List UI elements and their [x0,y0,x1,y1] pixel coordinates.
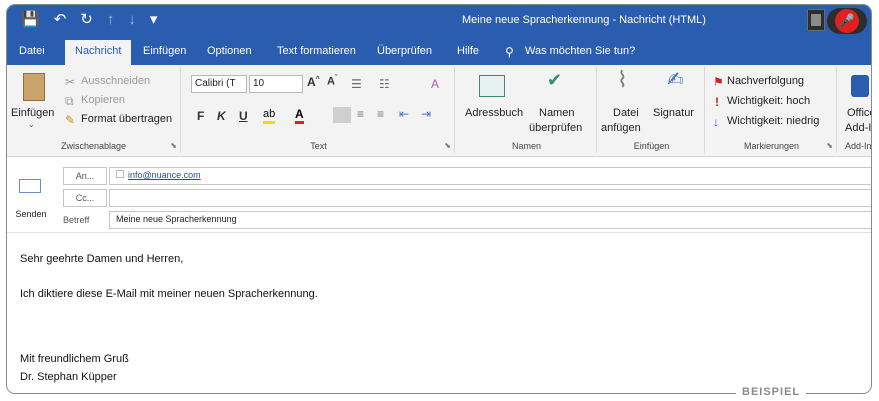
group-text: Calibri (T 10 A^ Aˇ ☰ ☷ A F K U ab A ≡ ≡… [183,67,455,153]
paste-icon[interactable] [23,73,45,101]
flag-icon[interactable]: ⚑ [713,75,724,89]
signature-button[interactable]: Signatur [653,107,694,119]
tab-text-formatieren[interactable]: Text formatieren [277,45,356,57]
dialog-launcher-icon[interactable]: ⬊ [444,141,451,150]
recipient-icon [116,170,124,178]
numbering-icon[interactable]: ☷ [379,77,390,91]
cc-button[interactable]: Cc... [63,189,107,207]
group-tags: ⚑ Nachverfolgung ! Wichtigkeit: hoch ↓ W… [707,67,837,153]
align-right-icon[interactable]: ≡ [377,107,384,121]
format-painter-button[interactable]: Format übertragen [81,113,172,125]
dialog-launcher-icon[interactable]: ⬊ [170,141,177,150]
title-bar: 💾 ↶ ↻ ↑ ↓ ▾ Meine neue Spracherkennung -… [7,5,871,37]
subject-field[interactable]: Meine neue Spracherkennung [109,211,871,229]
attach-file-button-line2[interactable]: anfügen [601,122,641,134]
grow-font-icon[interactable]: A^ [307,75,320,89]
group-names: Adressbuch ✔ Namen überprüfen Namen [457,67,597,153]
group-clipboard: Einfügen ⌄ ✂ Ausschneiden ⧉ Kopieren ✎ F… [7,67,181,153]
lightbulb-icon[interactable]: ⚲ [505,45,514,59]
send-icon [19,179,41,193]
font-color-icon[interactable]: A [295,107,304,124]
low-importance-button[interactable]: Wichtigkeit: niedrig [727,115,819,127]
message-header: Senden An... info@nuance.com Cc... Betre… [7,157,871,233]
group-label-tags: Markierungen [743,141,800,151]
message-body[interactable]: Sehr geehrte Damen und Herren, Ich dikti… [7,234,871,393]
to-field[interactable]: info@nuance.com [109,167,871,185]
check-names-button-line2[interactable]: überprüfen [529,122,582,134]
microphone-icon[interactable]: 🎤 [835,9,859,33]
send-button[interactable]: Senden [11,167,49,225]
bold-button[interactable]: F [197,109,204,123]
ribbon: Einfügen ⌄ ✂ Ausschneiden ⧉ Kopieren ✎ F… [7,65,871,157]
dialog-launcher-icon[interactable]: ⬊ [826,141,833,150]
group-label-text: Text [310,141,327,151]
copy-button[interactable]: Kopieren [81,94,125,106]
highlight-icon[interactable]: ab [263,107,276,124]
tab-ueberpruefen[interactable]: Überprüfen [377,45,432,57]
tab-nachricht[interactable]: Nachricht [65,40,132,65]
decrease-indent-icon[interactable]: ⇤ [399,107,409,121]
cut-button[interactable]: Ausschneiden [81,75,150,87]
outlook-window: 💾 ↶ ↻ ↑ ↓ ▾ Meine neue Spracherkennung -… [6,4,872,394]
body-text: Ich diktiere diese E-Mail mit meiner neu… [20,288,318,300]
send-label: Senden [15,209,47,219]
italic-button[interactable]: K [217,109,226,123]
align-center-icon[interactable]: ≡ [357,107,364,121]
font-size-select[interactable]: 10 [249,75,303,93]
follow-up-button[interactable]: Nachverfolgung [727,75,804,87]
shrink-font-icon[interactable]: Aˇ [327,75,337,88]
paste-dropdown-icon[interactable]: ⌄ [28,120,35,129]
check-names-icon[interactable]: ✔ [547,71,562,89]
tab-einfuegen[interactable]: Einfügen [143,45,186,57]
clear-formatting-icon[interactable]: A [431,77,439,91]
group-label-names: Namen [511,141,541,151]
ribbon-tabs: Datei Nachricht Einfügen Optionen Text f… [7,37,871,65]
tab-datei[interactable]: Datei [19,45,45,57]
office-addins-icon[interactable] [851,75,869,97]
tell-me-search[interactable]: Was möchten Sie tun? [525,45,635,57]
high-importance-button[interactable]: Wichtigkeit: hoch [727,95,810,107]
paste-button[interactable]: Einfügen [11,107,54,119]
group-label-include: Einfügen [633,141,670,151]
low-importance-icon[interactable]: ↓ [713,115,719,129]
check-names-button-line1[interactable]: Namen [539,107,574,119]
to-button[interactable]: An... [63,167,107,185]
dictation-widget[interactable]: 🎤 [827,8,867,34]
body-signature: Dr. Stephan Küpper [20,371,117,383]
group-addins: Office Add-In Add-In [839,67,872,153]
office-addins-button-line2[interactable]: Add-In [845,122,871,134]
group-label-clipboard: Zwischenablage [60,141,127,151]
bullets-icon[interactable]: ☰ [351,77,362,91]
high-importance-icon[interactable]: ! [715,95,719,109]
paperclip-icon[interactable]: ⌇ [617,69,628,91]
signature-icon[interactable]: ✍ [667,70,684,90]
window-restore-icon[interactable] [807,9,825,31]
tab-hilfe[interactable]: Hilfe [457,45,479,57]
office-addins-button-line1[interactable]: Office [847,107,871,119]
increase-indent-icon[interactable]: ⇥ [421,107,431,121]
tab-optionen[interactable]: Optionen [207,45,252,57]
scissors-icon[interactable]: ✂ [65,75,75,89]
address-book-icon[interactable] [479,75,505,97]
address-book-button[interactable]: Adressbuch [465,107,523,119]
underline-button[interactable]: U [239,109,248,123]
to-recipient[interactable]: info@nuance.com [128,170,201,180]
cc-field[interactable] [109,189,871,207]
subject-label: Betreff [63,215,90,225]
group-label-addins: Add-In [845,141,872,151]
format-painter-icon[interactable]: ✎ [65,113,75,127]
attach-file-button-line1[interactable]: Datei [613,107,639,119]
font-family-select[interactable]: Calibri (T [191,75,247,93]
body-closing: Mit freundlichem Gruß [20,353,129,365]
window-title: Meine neue Spracherkennung - Nachricht (… [462,14,706,26]
copy-icon[interactable]: ⧉ [65,94,74,108]
group-include: ⌇ Datei anfügen ✍ Signatur Einfügen [599,67,705,153]
align-left-icon[interactable] [333,107,351,123]
example-watermark: BEISPIEL [736,386,807,398]
body-greeting: Sehr geehrte Damen und Herren, [20,253,184,265]
